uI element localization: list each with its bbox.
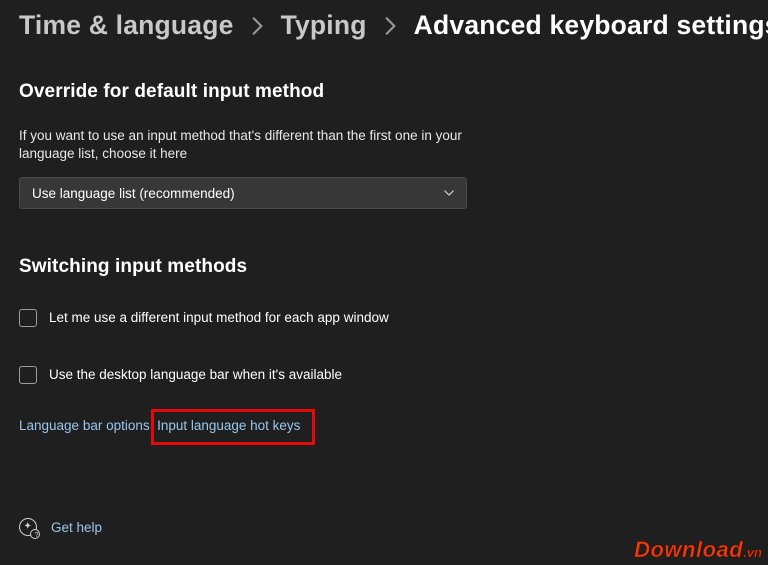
help-icon: ✦ ? — [19, 518, 37, 536]
checkbox-desktop-language-bar[interactable] — [19, 366, 37, 384]
get-help-link[interactable]: Get help — [51, 520, 102, 535]
option-per-app-window-label: Let me use a different input method for … — [49, 310, 389, 325]
override-description: If you want to use an input method that'… — [19, 127, 479, 163]
watermark: Download.vn — [634, 537, 762, 563]
option-desktop-language-bar-label: Use the desktop language bar when it's a… — [49, 367, 342, 382]
watermark-suffix: .vn — [743, 545, 762, 560]
breadcrumb-time-language[interactable]: Time & language — [19, 10, 234, 41]
breadcrumb-current: Advanced keyboard settings — [414, 10, 768, 41]
chevron-right-icon — [385, 17, 396, 35]
language-bar-options-link[interactable]: Language bar options — [19, 418, 150, 433]
highlight-box: Input language hot keys — [151, 409, 315, 445]
breadcrumb-typing[interactable]: Typing — [281, 10, 367, 41]
watermark-text: Download — [634, 537, 743, 562]
input-method-dropdown[interactable]: Use language list (recommended) — [19, 177, 467, 209]
option-per-app-window: Let me use a different input method for … — [19, 308, 749, 327]
switching-section-title: Switching input methods — [19, 256, 749, 278]
input-language-hotkeys-link[interactable]: Input language hot keys — [154, 418, 300, 433]
chevron-right-icon — [252, 17, 263, 35]
checkbox-per-app-window[interactable] — [19, 309, 37, 327]
override-section-title: Override for default input method — [19, 81, 749, 103]
chevron-down-icon — [444, 190, 454, 196]
get-help-row: ✦ ? Get help — [19, 518, 102, 536]
input-method-dropdown-value: Use language list (recommended) — [32, 186, 235, 201]
breadcrumb: Time & language Typing Advanced keyboard… — [19, 10, 749, 41]
option-desktop-language-bar: Use the desktop language bar when it's a… — [19, 365, 749, 384]
